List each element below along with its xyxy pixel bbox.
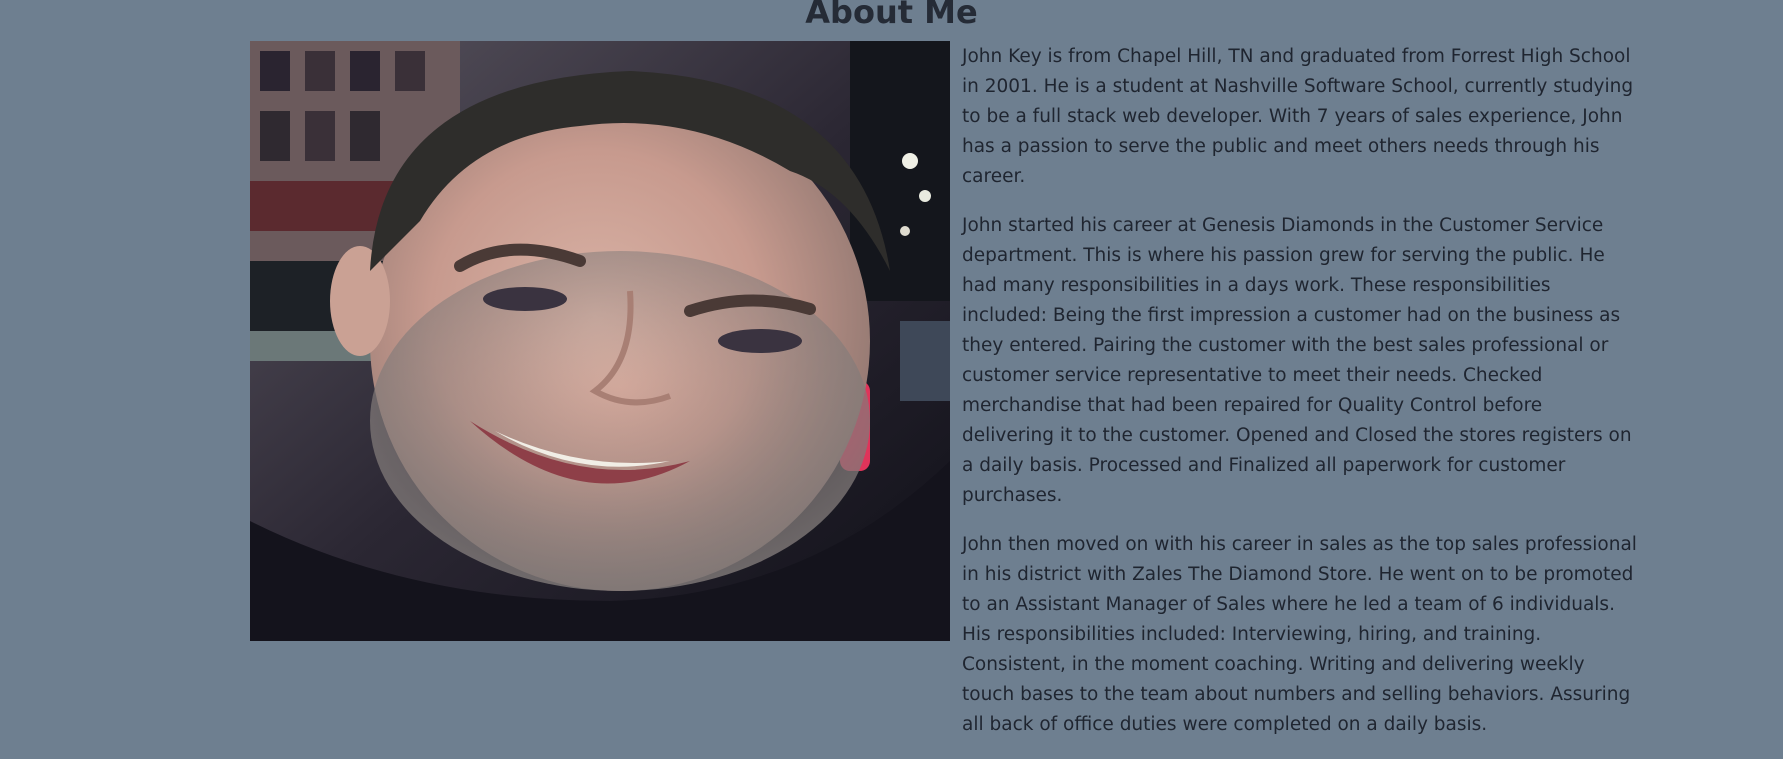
bio-paragraph-1: John Key is from Chapel Hill, TN and gra…: [962, 46, 1634, 187]
bio-paragraph-3: John then moved on with his career in sa…: [962, 534, 1637, 735]
bio-section: John Key is from Chapel Hill, TN and gra…: [962, 42, 1637, 759]
profile-photo: [250, 41, 950, 641]
page-title: About Me: [805, 0, 978, 31]
bio-paragraph-2: John started his career at Genesis Diamo…: [962, 215, 1632, 506]
portrait-image: [250, 41, 950, 641]
